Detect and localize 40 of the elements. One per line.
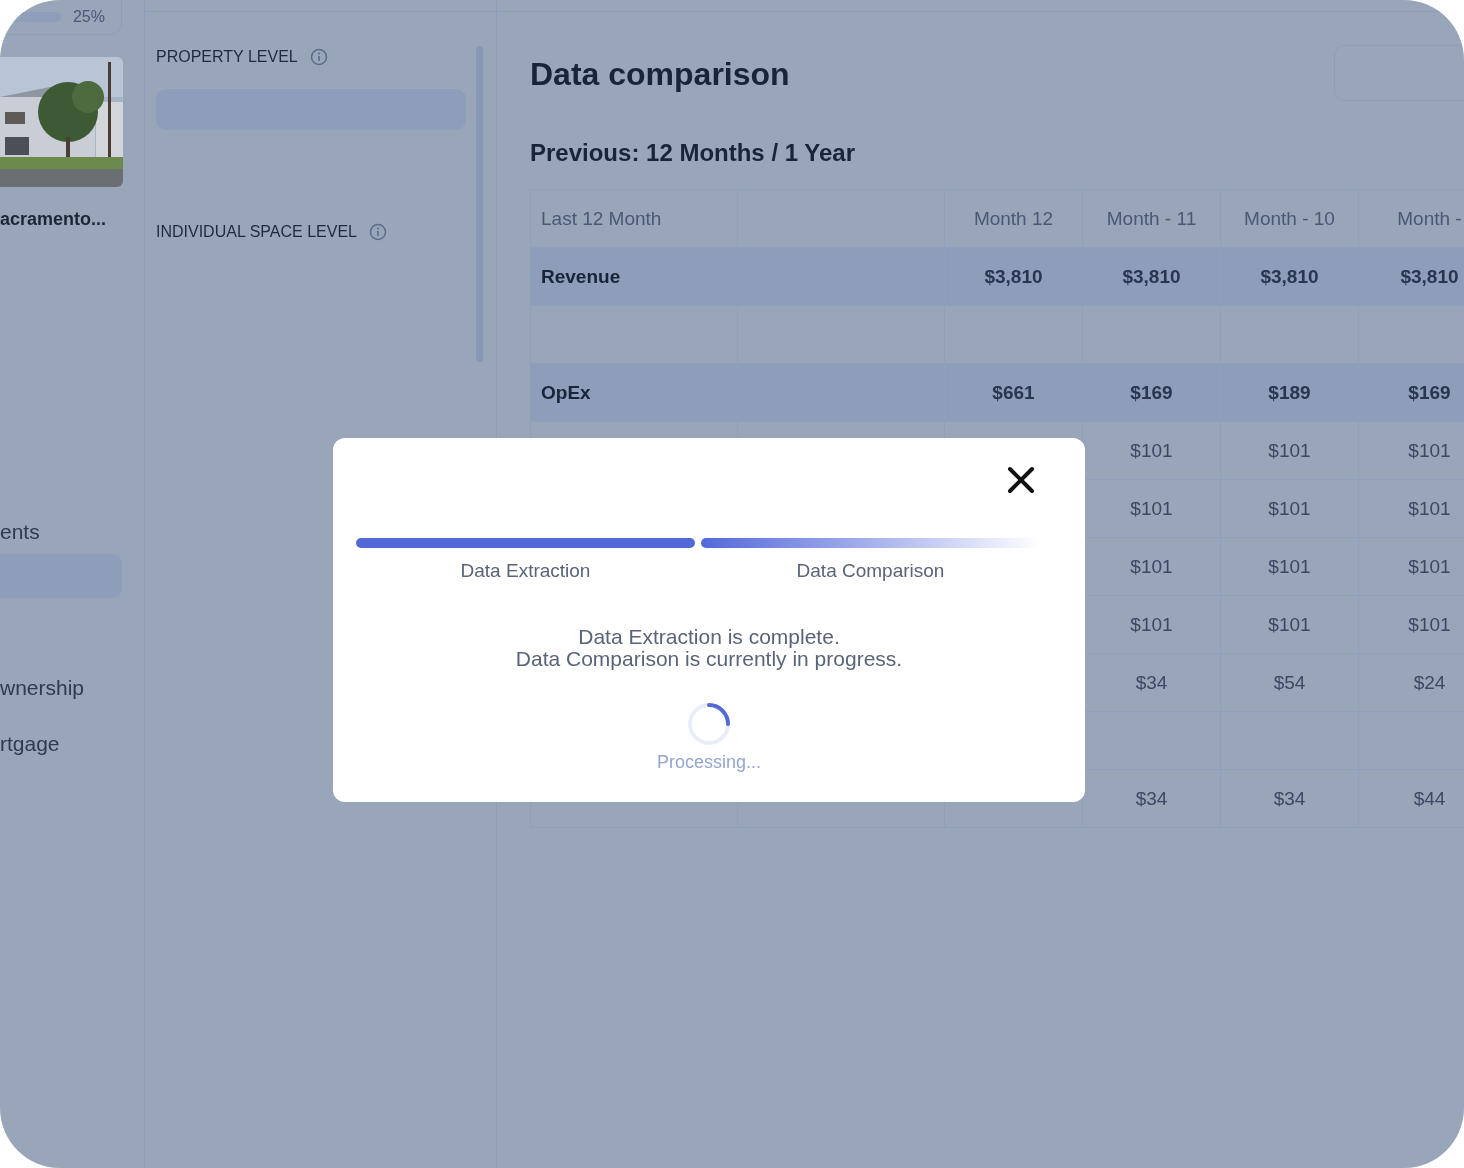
table-cell: $24 <box>1359 654 1464 712</box>
property-name: acramento... <box>0 209 107 230</box>
table-cell: $189 <box>1221 364 1359 422</box>
nav-item[interactable]: ents <box>0 510 122 554</box>
table-cell: $101 <box>1221 596 1359 654</box>
page-title: Data comparison <box>530 56 790 93</box>
status-message: Data Extraction is complete. Data Comparison is currently in progress. <box>515 626 903 670</box>
table-cell: $101 <box>1359 422 1464 480</box>
step-label: Data Comparison <box>796 560 945 582</box>
table-cell: $54 <box>1221 654 1359 712</box>
table-cell: $169 <box>1359 364 1464 422</box>
spinner-icon <box>685 700 733 748</box>
section-title: PROPERTY LEVEL <box>156 48 298 66</box>
section-title: INDIVIDUAL SPACE LEVEL <box>156 223 357 241</box>
table-cell: $3,810 <box>1083 248 1221 306</box>
table-cell: $3,810 <box>1359 248 1464 306</box>
table-cell: $101 <box>1221 480 1359 538</box>
info-icon[interactable] <box>309 48 328 66</box>
status-text: Processing... <box>656 752 761 773</box>
table-cell: $3,810 <box>945 248 1083 306</box>
outline-button[interactable] <box>1334 45 1464 101</box>
row-label: Revenue <box>531 248 738 306</box>
table-cell: $3,810 <box>1221 248 1359 306</box>
table-cell: $101 <box>1359 538 1464 596</box>
section-heading: Previous: 12 Months / 1 Year <box>530 139 857 167</box>
table-cell: $101 <box>1359 596 1464 654</box>
table-cell: $34 <box>1221 770 1359 828</box>
table-cell: $101 <box>1221 538 1359 596</box>
close-icon[interactable] <box>1005 464 1037 496</box>
progress-label: 25% <box>72 7 105 26</box>
table-cell: $661 <box>945 364 1083 422</box>
nav-item[interactable]: rtgage <box>0 722 122 766</box>
table-cell: $169 <box>1083 364 1221 422</box>
nav-item[interactable]: wnership <box>0 666 122 710</box>
row-label: OpEx <box>531 364 738 422</box>
table-cell: $101 <box>1221 422 1359 480</box>
table-cell: $101 <box>1359 480 1464 538</box>
table-cell: $44 <box>1359 770 1464 828</box>
info-icon[interactable] <box>368 223 387 241</box>
step-label: Data Extraction <box>460 560 591 582</box>
